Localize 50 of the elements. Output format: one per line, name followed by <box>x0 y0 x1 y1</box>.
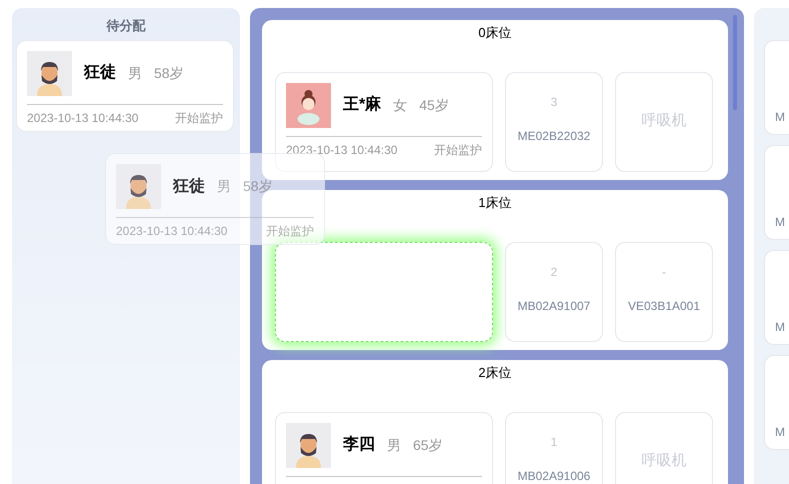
patient-name: 李四 <box>343 434 375 455</box>
patient-age: 58岁 <box>154 64 184 82</box>
patient-age: 45岁 <box>419 96 449 114</box>
device-card[interactable]: M <box>764 355 789 450</box>
avatar-icon <box>116 164 161 209</box>
device-card[interactable]: 3 ME02B22032 <box>505 72 603 172</box>
device-number: - <box>662 264 666 280</box>
start-monitoring-link[interactable]: 开始监护 <box>266 222 314 240</box>
patient-card[interactable]: 李四 男 65岁 <box>275 412 493 484</box>
device-code: ME02B22032 <box>518 128 590 144</box>
device-code: MB02A91007 <box>518 298 590 314</box>
bed-title: 0床位 <box>478 24 512 42</box>
start-monitoring-link[interactable]: 开始监护 <box>175 108 223 126</box>
avatar-icon <box>286 422 331 468</box>
patient-gender: 男 <box>387 436 401 454</box>
start-monitoring-link[interactable]: 开始监护 <box>434 140 482 158</box>
bed-title: 1床位 <box>478 194 512 212</box>
admission-time: 2023-10-13 10:44:30 <box>27 110 138 126</box>
device-card[interactable]: M <box>764 145 789 240</box>
patient-age: 58岁 <box>243 177 273 196</box>
device-card[interactable]: 2 MB02A91007 <box>505 242 603 342</box>
patient-gender: 男 <box>128 64 142 82</box>
device-code: M <box>775 320 785 334</box>
device-code: M <box>775 425 785 439</box>
device-code: M <box>775 215 785 229</box>
patient-drop-slot[interactable] <box>275 242 493 342</box>
device-number: 3 <box>550 94 558 110</box>
avatar-icon <box>27 50 72 96</box>
device-code: MB02A91006 <box>518 468 590 484</box>
avatar-icon <box>286 82 331 128</box>
patient-card[interactable]: 狂徒 男 58岁 2023-10-13 10:44:30 开始监护 <box>16 40 234 132</box>
panel-title: 待分配 <box>106 17 146 35</box>
device-card[interactable]: - VE03B1A001 <box>615 242 713 342</box>
patient-name: 王*麻 <box>343 94 382 115</box>
patient-gender: 男 <box>217 177 231 196</box>
patient-gender: 女 <box>393 96 408 114</box>
patient-age: 65岁 <box>413 436 443 454</box>
device-number: 1 <box>550 434 558 450</box>
device-card[interactable]: M <box>764 40 789 135</box>
device-code: M <box>775 110 785 124</box>
patient-card[interactable]: 王*麻 女 45岁 2023-10-13 10:44:30 开始监护 <box>275 72 493 172</box>
admission-time: 2023-10-13 10:44:30 <box>116 223 228 240</box>
device-card[interactable]: 1 MB02A91006 <box>505 412 603 484</box>
patient-name: 狂徒 <box>173 176 205 196</box>
device-code: VE03B1A001 <box>628 298 700 314</box>
patient-name: 狂徒 <box>84 62 116 83</box>
bed-title: 2床位 <box>478 364 512 382</box>
device-card[interactable]: M <box>764 250 789 345</box>
patient-card[interactable]: 狂徒 男 58岁 2023-10-13 10:44:30 开始监护 <box>105 153 325 245</box>
device-number: 2 <box>550 264 558 280</box>
